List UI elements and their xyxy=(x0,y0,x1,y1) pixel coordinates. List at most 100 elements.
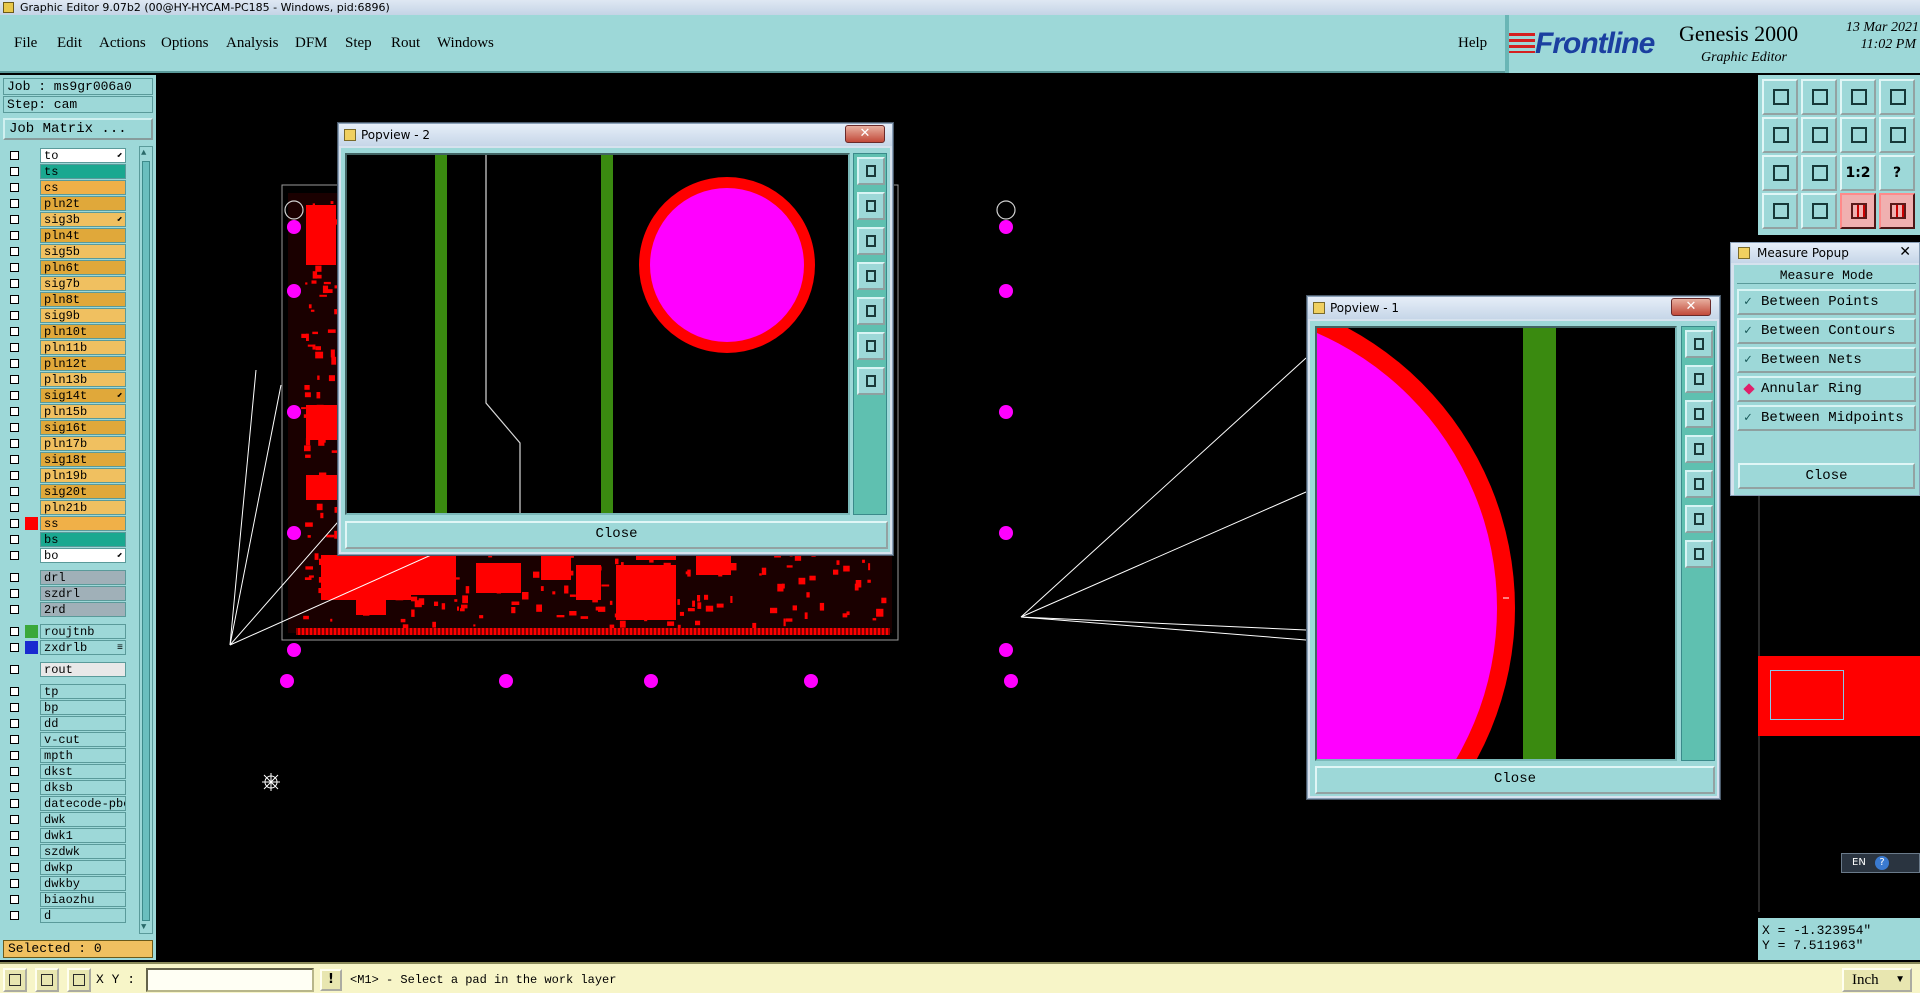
layer-checkbox[interactable] xyxy=(10,455,19,464)
layer-row[interactable]: to ⬋ xyxy=(3,148,139,163)
layer-checkbox[interactable] xyxy=(10,815,19,824)
measure-option[interactable]: Annular Ring xyxy=(1737,376,1916,402)
layer-name[interactable]: datecode-pbe xyxy=(40,796,126,811)
layer-row[interactable]: pln10t xyxy=(3,324,139,339)
layer-checkbox[interactable] xyxy=(10,423,19,432)
layer-scrollbar[interactable]: ▲ ▼ xyxy=(139,146,153,934)
layer-row[interactable]: datecode-pbe xyxy=(3,796,139,811)
tool-button[interactable] xyxy=(1840,193,1876,229)
scroll-up-icon[interactable]: ▲ xyxy=(141,148,146,158)
layer-checkbox[interactable] xyxy=(10,391,19,400)
layer-checkbox[interactable] xyxy=(10,879,19,888)
layer-checkbox[interactable] xyxy=(10,911,19,920)
layer-row[interactable]: szdwk xyxy=(3,844,139,859)
layer-row[interactable]: sig3b ⬋ xyxy=(3,212,139,227)
layer-row[interactable]: pln8t xyxy=(3,292,139,307)
layer-name[interactable]: dksb xyxy=(40,780,126,795)
layer-name[interactable]: dwk1 xyxy=(40,828,126,843)
popview-1-close-x[interactable]: ✕ xyxy=(1671,298,1711,316)
layer-name[interactable]: pln13b xyxy=(40,372,126,387)
layer-checkbox[interactable] xyxy=(10,589,19,598)
layer-name[interactable]: dwkby xyxy=(40,876,126,891)
layer-name[interactable]: szdrl xyxy=(40,586,126,601)
select-tool-button[interactable] xyxy=(3,968,27,992)
xy-coordinate-input[interactable] xyxy=(146,968,314,992)
zoom-fit-button[interactable] xyxy=(1685,330,1713,358)
layer-checkbox[interactable] xyxy=(10,359,19,368)
layer-name[interactable]: sig9b xyxy=(40,308,126,323)
layer-checkbox[interactable] xyxy=(10,183,19,192)
layer-name[interactable]: pln11b xyxy=(40,340,126,355)
layer-row[interactable]: pln6t xyxy=(3,260,139,275)
layer-name[interactable]: rout xyxy=(40,662,126,677)
layer-checkbox[interactable] xyxy=(10,503,19,512)
layer-checkbox[interactable] xyxy=(10,215,19,224)
layer-checkbox[interactable] xyxy=(10,407,19,416)
layer-name[interactable]: sig14t ⬋ xyxy=(40,388,126,403)
grid-tool-button[interactable] xyxy=(67,968,91,992)
layer-checkbox[interactable] xyxy=(10,799,19,808)
layer-name[interactable]: bp xyxy=(40,700,126,715)
layer-row[interactable]: bs xyxy=(3,532,139,547)
layer-row[interactable]: sig7b xyxy=(3,276,139,291)
layer-checkbox[interactable] xyxy=(10,605,19,614)
layer-name[interactable]: biaozhu xyxy=(40,892,126,907)
scroll-down-icon[interactable]: ▼ xyxy=(141,922,146,932)
layer-row[interactable]: zxdrlb ≡ xyxy=(3,640,139,655)
layer-checkbox[interactable] xyxy=(10,627,19,636)
layer-name[interactable]: drl xyxy=(40,570,126,585)
layer-checkbox[interactable] xyxy=(10,247,19,256)
popview-2-close-x[interactable]: ✕ xyxy=(845,125,885,143)
ime-help-icon[interactable]: ? xyxy=(1875,856,1889,870)
menu-actions[interactable]: Actions xyxy=(99,34,146,52)
layer-row[interactable]: ts xyxy=(3,164,139,179)
layer-row[interactable]: roujtnb xyxy=(3,624,139,639)
layer-row[interactable]: bo ⬋ xyxy=(3,548,139,563)
popview-2-close-button[interactable]: Close xyxy=(345,521,888,549)
layer-checkbox[interactable] xyxy=(10,263,19,272)
pan-left-button[interactable] xyxy=(1685,435,1713,463)
board-minimap[interactable] xyxy=(1758,656,1920,736)
tool-button[interactable] xyxy=(1840,79,1876,115)
layer-row[interactable]: dwkby xyxy=(3,876,139,891)
menu-help[interactable]: Help xyxy=(1458,34,1487,52)
layer-checkbox[interactable] xyxy=(10,487,19,496)
layer-checkbox[interactable] xyxy=(10,327,19,336)
popview-2-window[interactable]: Popview - 2 ✕ Close xyxy=(338,123,893,555)
layer-name[interactable]: sig18t xyxy=(40,452,126,467)
menu-rout[interactable]: Rout xyxy=(391,34,420,52)
layer-row[interactable]: dwk1 xyxy=(3,828,139,843)
layer-checkbox[interactable] xyxy=(10,643,19,652)
menu-dfm[interactable]: DFM xyxy=(295,34,328,52)
layer-checkbox[interactable] xyxy=(10,295,19,304)
layer-name[interactable]: bo ⬋ xyxy=(40,548,126,563)
layer-row[interactable]: 2rd xyxy=(3,602,139,617)
layer-name[interactable]: sig16t xyxy=(40,420,126,435)
layer-name[interactable]: v-cut xyxy=(40,732,126,747)
layer-row[interactable]: dwkp xyxy=(3,860,139,875)
layer-row[interactable]: pln2t xyxy=(3,196,139,211)
layer-name[interactable]: dkst xyxy=(40,764,126,779)
layer-row[interactable]: pln4t xyxy=(3,228,139,243)
zoom-in-button[interactable] xyxy=(857,367,885,395)
minimap-view-frame[interactable] xyxy=(1770,670,1844,720)
layer-row[interactable]: bp xyxy=(3,700,139,715)
layer-checkbox[interactable] xyxy=(10,831,19,840)
menu-analysis[interactable]: Analysis xyxy=(226,34,279,52)
layer-row[interactable]: dkst xyxy=(3,764,139,779)
layer-checkbox[interactable] xyxy=(10,895,19,904)
layer-checkbox[interactable] xyxy=(10,535,19,544)
layer-row[interactable]: sig20t xyxy=(3,484,139,499)
layer-name[interactable]: sig7b xyxy=(40,276,126,291)
layer-name[interactable]: d xyxy=(40,908,126,923)
layer-row[interactable]: pln15b xyxy=(3,404,139,419)
layer-checkbox[interactable] xyxy=(10,719,19,728)
layer-name[interactable]: roujtnb xyxy=(40,624,126,639)
tool-button[interactable] xyxy=(1762,79,1798,115)
layer-checkbox[interactable] xyxy=(10,703,19,712)
layer-row[interactable]: pln12t xyxy=(3,356,139,371)
layer-name[interactable]: pln2t xyxy=(40,196,126,211)
layer-checkbox[interactable] xyxy=(10,767,19,776)
popview-1-view[interactable] xyxy=(1315,326,1677,761)
layer-row[interactable]: dksb xyxy=(3,780,139,795)
